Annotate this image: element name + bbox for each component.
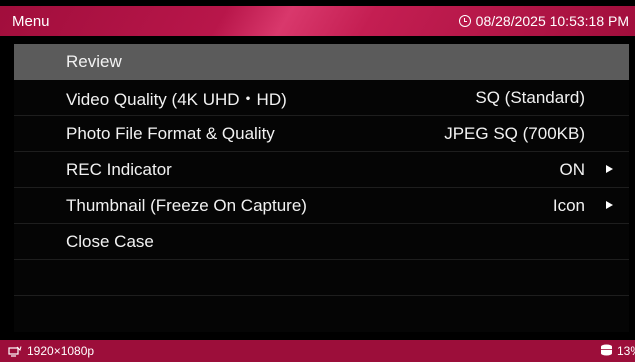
menu-item-value: JPEG SQ (700KB) bbox=[444, 123, 585, 143]
device-screen: Menu 08/28/2025 10:53:18 PM Review Video… bbox=[0, 0, 635, 362]
datetime-display: 08/28/2025 10:53:18 PM bbox=[458, 13, 629, 29]
menu-item-value: SQ (Standard) bbox=[475, 87, 585, 107]
status-bar: 1920×1080p 13% bbox=[0, 340, 635, 362]
menu-title: Menu bbox=[12, 12, 50, 30]
menu-item-label: Thumbnail (Freeze On Capture) bbox=[66, 195, 307, 215]
menu-item-label: Close Case bbox=[66, 231, 154, 251]
resolution-indicator: 1920×1080p bbox=[8, 344, 94, 358]
menu-item-review[interactable]: Review bbox=[14, 44, 629, 80]
resolution-text: 1920×1080p bbox=[27, 344, 95, 358]
storage-icon bbox=[600, 344, 613, 358]
monitor-icon bbox=[8, 346, 22, 357]
menu-item-close-case[interactable]: Close Case bbox=[14, 224, 629, 260]
menu-item-video-quality[interactable]: Video Quality (4K UHD・HD) SQ (Standard) bbox=[14, 80, 629, 116]
menu-item-label: Video Quality (4K UHD・HD) bbox=[66, 90, 287, 109]
menu-item-label: REC Indicator bbox=[66, 159, 172, 179]
menu-list: Review Video Quality (4K UHD・HD) SQ (Sta… bbox=[14, 44, 629, 332]
title-bar: Menu 08/28/2025 10:53:18 PM bbox=[0, 6, 635, 36]
datetime-text: 08/28/2025 10:53:18 PM bbox=[475, 13, 629, 29]
menu-item-label: Photo File Format & Quality bbox=[66, 123, 275, 143]
submenu-arrow-icon bbox=[606, 201, 613, 209]
submenu-arrow-icon bbox=[606, 165, 613, 173]
menu-item-label: Review bbox=[66, 51, 122, 71]
storage-indicator: 13% bbox=[600, 344, 635, 358]
storage-percent: 13% bbox=[616, 344, 635, 358]
menu-item-rec-indicator[interactable]: REC Indicator ON bbox=[14, 152, 629, 188]
menu-item-value: Icon bbox=[552, 195, 585, 215]
menu-empty-row bbox=[14, 260, 629, 296]
clock-icon bbox=[458, 15, 471, 27]
menu-item-photo-format[interactable]: Photo File Format & Quality JPEG SQ (700… bbox=[14, 116, 629, 152]
menu-item-value: ON bbox=[559, 159, 586, 179]
menu-item-thumbnail[interactable]: Thumbnail (Freeze On Capture) Icon bbox=[14, 188, 629, 224]
